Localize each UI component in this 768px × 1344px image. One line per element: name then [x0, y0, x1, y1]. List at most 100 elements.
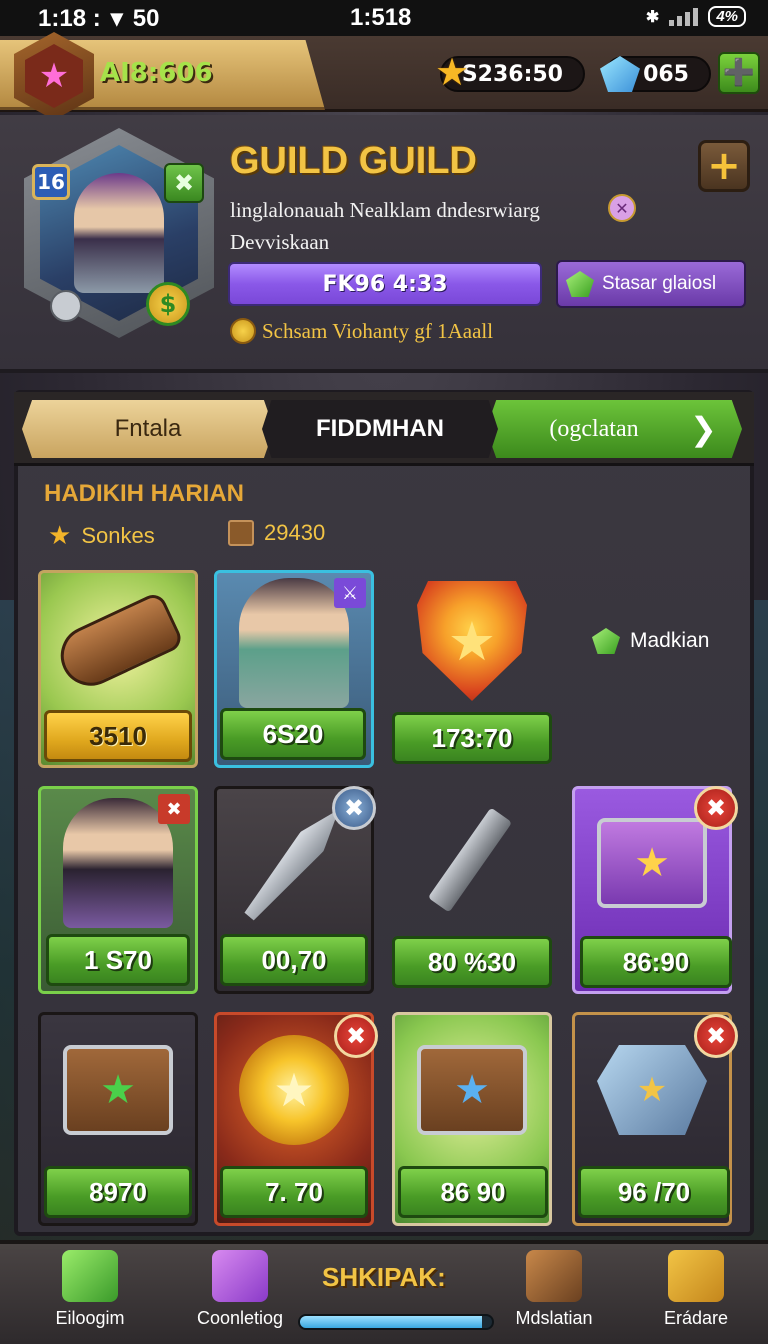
star-icon: ★ — [48, 520, 72, 550]
gold-amount: S236:50 — [461, 61, 563, 87]
price-label: 8970 — [89, 1176, 147, 1207]
gem-amount: 065 — [643, 61, 689, 87]
axe-art[interactable] — [410, 800, 530, 920]
price-label: 3510 — [89, 720, 147, 751]
plus-icon: ➕ — [722, 58, 756, 88]
cannon-art — [41, 573, 195, 713]
price-label: 96 /70 — [617, 1176, 691, 1207]
purple-box-icon — [212, 1250, 268, 1302]
price-button[interactable]: 3510 — [44, 710, 192, 762]
section-stat-label: Sonkes — [81, 522, 155, 548]
price-button[interactable]: 00,70 — [220, 934, 368, 986]
gold-star-icon: ★ — [434, 50, 470, 94]
price-label: 86 90 — [440, 1176, 506, 1207]
shield-badge-icon — [50, 290, 82, 322]
status-time-center: 1:518 — [350, 4, 412, 31]
star-emblem-icon: ★ — [25, 44, 83, 108]
green-gem-icon — [62, 1250, 118, 1302]
tab-fntala[interactable]: Fntala — [22, 400, 274, 458]
price-button[interactable]: 8970 — [44, 1166, 192, 1218]
price-label: 6S20 — [262, 718, 324, 749]
portrait-close-button[interactable]: ✖ — [164, 163, 204, 203]
nav-item-mdslatian[interactable]: Mdslatian — [484, 1250, 624, 1344]
price-label: 80 %30 — [427, 946, 517, 977]
close-icon[interactable]: ✖ — [334, 1014, 378, 1058]
player-id: AI8:606 — [100, 58, 213, 88]
chevron-right-icon[interactable]: ❯ — [690, 410, 717, 448]
guild-reward-text: Schsam Viohanty gf 1Aaall — [262, 318, 494, 343]
tab-label: (ogclatan — [549, 415, 639, 442]
tab-fiddmhan[interactable]: FIDDMHAN — [262, 400, 498, 458]
guild-description: linglalonauah Nealklam dndesrwiarg Devvi… — [230, 194, 650, 258]
guild-status-label: Stasar glaiosl — [602, 273, 717, 294]
plus-icon: + — [707, 143, 741, 189]
price-label: 1 S70 — [84, 944, 152, 975]
close-icon: ✖ — [173, 169, 195, 197]
guild-description-line2: Devviskaan — [230, 230, 330, 254]
price-button[interactable]: 80 %30 — [392, 936, 552, 988]
section-stat-points: 29430 — [228, 520, 325, 546]
close-icon[interactable]: ✖ — [694, 1014, 738, 1058]
nav-label: Mdslatian — [515, 1308, 593, 1328]
nav-item-coonletiog[interactable]: Coonletiog — [170, 1250, 310, 1344]
tab-label: FIDDMHAN — [316, 415, 444, 442]
green-gem-icon — [592, 628, 620, 654]
guild-reward-line: Schsam Viohanty gf 1Aaall — [230, 318, 493, 344]
crate-icon — [228, 520, 254, 546]
coin-badge-icon: $ — [146, 282, 190, 326]
nav-center-title: SHKIPAK: — [322, 1262, 446, 1292]
price-label: 7. 70 — [265, 1176, 323, 1207]
add-currency-button[interactable]: ➕ — [718, 52, 760, 94]
price-button[interactable]: 7. 70 — [220, 1166, 368, 1218]
shield-art[interactable]: ★ — [412, 576, 532, 706]
price-button[interactable]: 1 S70 — [46, 934, 190, 986]
star-icon: ★ — [447, 609, 497, 673]
price-button[interactable]: 96 /70 — [578, 1166, 730, 1218]
signal-bars-icon — [669, 7, 699, 26]
price-label: 86:90 — [622, 946, 690, 977]
side-label: Madkian — [592, 628, 709, 654]
treasure-chest-icon — [526, 1250, 582, 1302]
nav-progress-bar — [298, 1314, 494, 1330]
bluetooth-icon: ✱ — [645, 8, 660, 26]
price-button[interactable]: 6S20 — [220, 708, 366, 760]
section-title: HADIKIH HARIAN — [44, 480, 244, 507]
guild-level-badge: 16 — [32, 164, 70, 200]
nav-label: Coonletiog — [196, 1308, 284, 1328]
sword-tag-icon: ⚔ — [334, 578, 366, 608]
battery-indicator: 4% — [708, 6, 746, 27]
nav-label: Erádare — [663, 1308, 729, 1328]
price-button[interactable]: 86:90 — [580, 936, 732, 988]
price-label: 173:70 — [431, 722, 513, 753]
nav-label: Eiloogim — [55, 1308, 125, 1328]
info-icon[interactable]: ✕ — [608, 194, 636, 222]
tab-label: Fntala — [114, 415, 182, 442]
green-gem-icon — [566, 271, 594, 297]
crossed-swords-icon[interactable]: ✖ — [332, 786, 376, 830]
status-bar: 1:18 : ▾ 50 1:518 ✱ 4% — [0, 0, 768, 36]
guild-leader-avatar — [74, 173, 164, 293]
guild-timer-bar: FK96 4:33 — [228, 262, 542, 306]
section-stat-value: 29430 — [264, 520, 326, 545]
section-stat-stars: ★ Sonkes — [48, 520, 155, 551]
wooden-chest-art: ★ — [41, 1015, 195, 1165]
side-label-text: Madkian — [630, 629, 710, 652]
blue-chest-art: ★ — [395, 1015, 549, 1165]
gift-box-icon — [668, 1250, 724, 1302]
coin-icon — [230, 318, 256, 344]
price-button[interactable]: 86 90 — [398, 1166, 548, 1218]
nav-item-eiloogim[interactable]: Eiloogim — [20, 1250, 160, 1344]
guild-title: GUILD GUILD — [230, 140, 477, 182]
close-icon[interactable]: ✖ — [158, 794, 190, 824]
status-time-left: 1:18 : — [38, 4, 101, 32]
price-button[interactable]: 173:70 — [392, 712, 552, 764]
guild-status-button[interactable]: Stasar glaiosl — [556, 260, 746, 308]
nav-progress-fill — [300, 1316, 483, 1328]
guild-add-button[interactable]: + — [698, 140, 750, 192]
price-label: 00,70 — [261, 944, 327, 975]
nav-item-eradare[interactable]: Erádare — [626, 1250, 766, 1344]
guild-timer-text: FK96 4:33 — [322, 271, 448, 297]
wifi-icon: ▾ — [110, 5, 123, 32]
close-icon[interactable]: ✖ — [694, 786, 738, 830]
guild-description-line1: linglalonauah Nealklam dndesrwiarg — [230, 198, 540, 222]
